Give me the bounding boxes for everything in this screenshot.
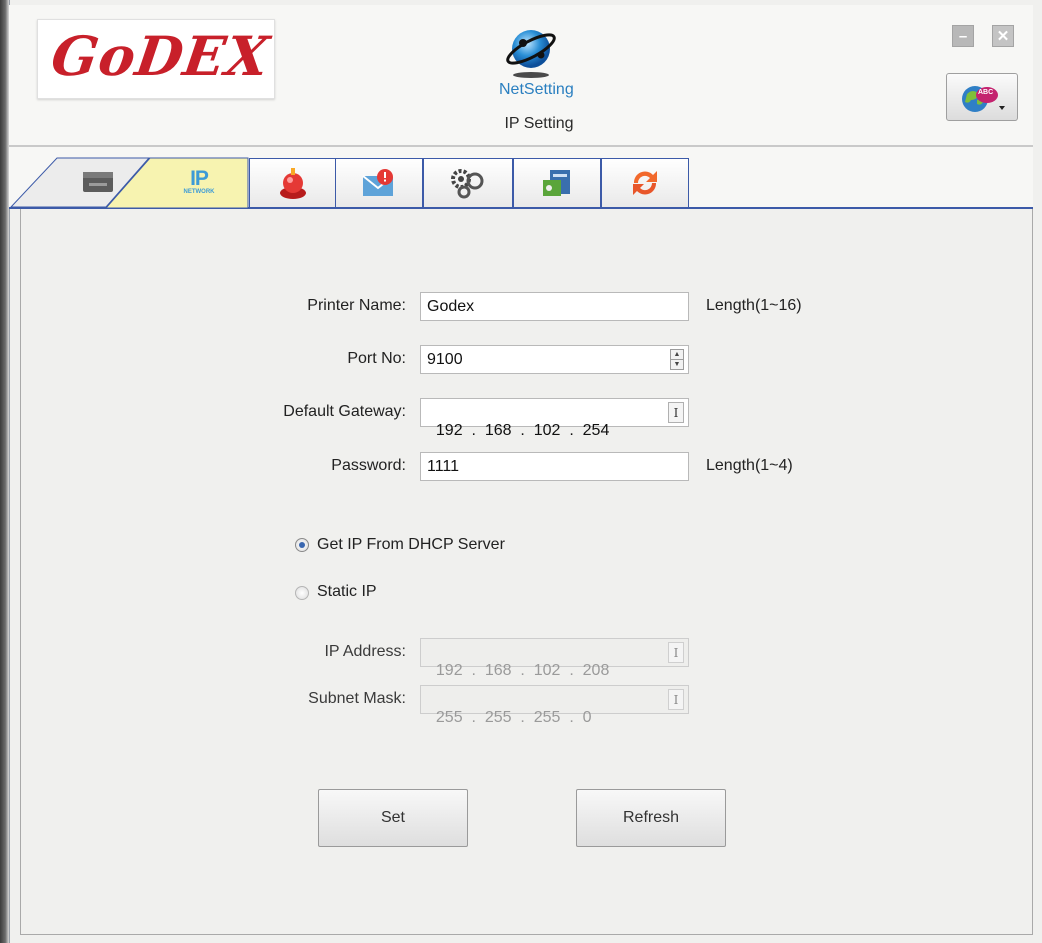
tab-key[interactable] — [513, 158, 601, 207]
password-field[interactable]: 1111 — [420, 452, 689, 481]
subnet-mask-input: 255 . 255 . 255 . 0 I — [420, 685, 689, 726]
subnet-mask-label: Subnet Mask: — [308, 690, 406, 707]
network-tab-label: NETWORK — [183, 189, 215, 195]
godex-logo: GoDEX — [37, 19, 275, 99]
ip-address-label: IP Address: — [324, 643, 406, 660]
spin-up-icon[interactable]: ▲ — [671, 350, 683, 360]
default-gateway-label: Default Gateway: — [283, 403, 406, 420]
app-header: GoDEX NetSetting IP Setting – ✕ ABC — [9, 5, 1033, 147]
port-no-stepper[interactable]: 9100 ▲ ▼ — [420, 345, 689, 374]
alert-bell-icon — [280, 168, 306, 199]
tab-settings[interactable] — [423, 158, 513, 207]
refresh-button[interactable]: Refresh — [576, 789, 726, 847]
subnet-mask-value: 255 . 255 . 255 . 0 — [435, 709, 592, 726]
close-button[interactable]: ✕ — [992, 25, 1014, 47]
port-no-label: Port No: — [347, 350, 406, 367]
ip-network-icon: IP — [190, 167, 209, 190]
static-ip-radio-label[interactable]: Static IP — [317, 583, 377, 601]
dhcp-radio-label[interactable]: Get IP From DHCP Server — [317, 536, 505, 554]
mail-alert-icon — [362, 169, 394, 196]
tab-network[interactable]: IP NETWORK — [159, 162, 239, 202]
minimize-button[interactable]: – — [952, 25, 974, 47]
tab-refresh[interactable] — [601, 158, 689, 207]
password-value: 1111 — [427, 458, 460, 475]
language-globe-icon — [962, 86, 1005, 112]
printer-name-label: Printer Name: — [307, 297, 406, 314]
port-no-value: 9100 — [427, 351, 463, 368]
ip-edit-icon: I — [668, 402, 684, 423]
password-hint: Length(1~4) — [706, 457, 793, 474]
printer-name-input[interactable]: Godex — [420, 292, 689, 321]
logo-text: GoDEX — [47, 24, 274, 88]
default-gateway-value: 192 . 168 . 102 . 254 — [435, 422, 610, 439]
tab-alert[interactable] — [249, 158, 337, 207]
netsetting-globe-icon — [506, 30, 556, 78]
spin-down-icon[interactable]: ▼ — [671, 360, 683, 369]
ip-address-input: 192 . 168 . 102 . 208 I — [420, 638, 689, 679]
default-gateway-input[interactable]: 192 . 168 . 102 . 254 I — [420, 398, 689, 439]
set-button[interactable]: Set — [318, 789, 468, 847]
ip-address-value: 192 . 168 . 102 . 208 — [435, 662, 610, 679]
static-ip-radio[interactable] — [295, 586, 309, 600]
ip-edit-icon: I — [668, 689, 684, 710]
gears-icon — [451, 169, 484, 199]
refresh-arrows-icon — [633, 171, 657, 195]
tab-strip: IP NETWORK — [9, 147, 1033, 209]
page-title: IP Setting — [504, 115, 574, 132]
dhcp-radio[interactable] — [295, 538, 309, 552]
close-icon: ✕ — [996, 28, 1010, 45]
printer-name-value: Godex — [427, 298, 475, 315]
key-card-icon — [543, 170, 570, 196]
port-spin-buttons[interactable]: ▲ ▼ — [670, 349, 684, 370]
netsetting-label: NetSetting — [499, 81, 574, 98]
ip-edit-icon: I — [668, 642, 684, 663]
window-left-edge — [0, 0, 9, 943]
language-badge: ABC — [978, 89, 994, 96]
password-label: Password: — [331, 457, 406, 474]
tab-mail[interactable] — [335, 158, 423, 207]
minimize-icon: – — [958, 27, 968, 45]
language-button[interactable]: ABC — [946, 73, 1018, 121]
printer-name-hint: Length(1~16) — [706, 297, 802, 314]
